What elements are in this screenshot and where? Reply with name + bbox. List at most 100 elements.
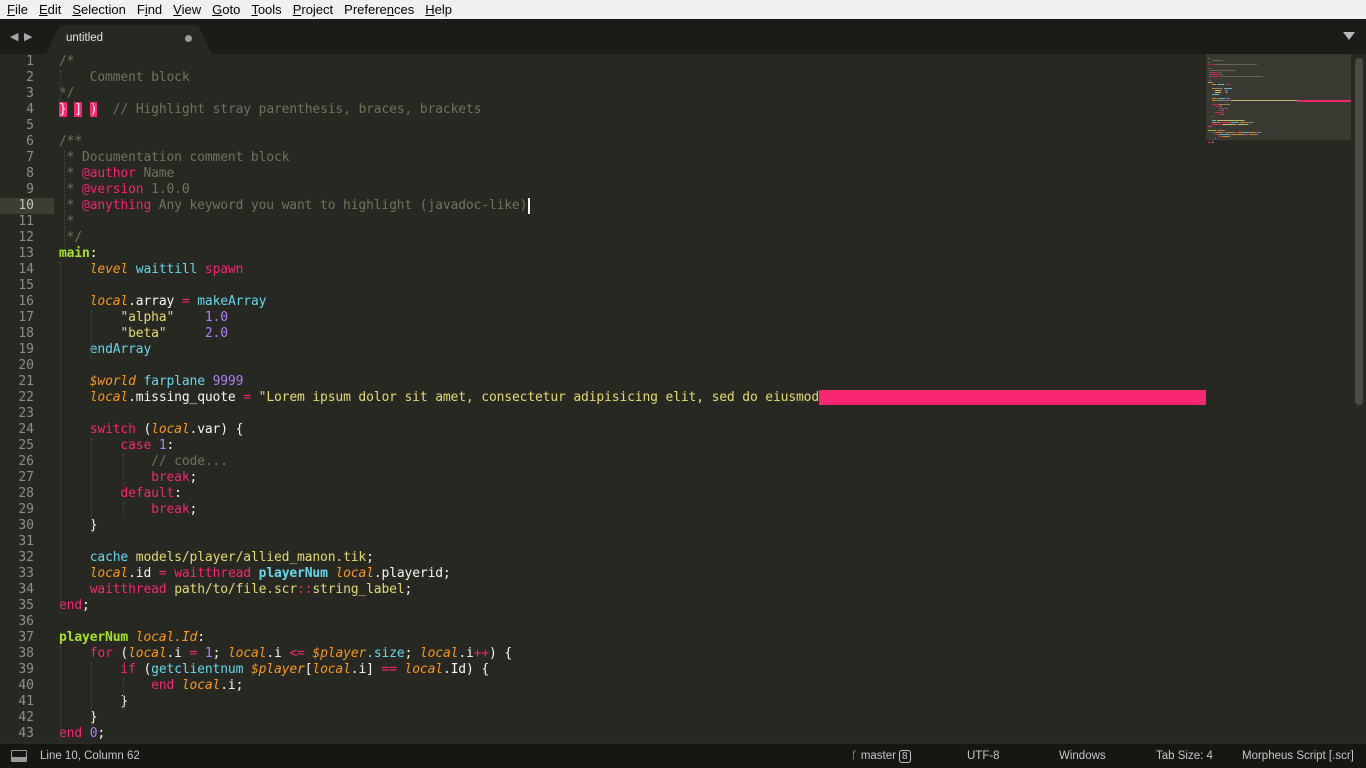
minimap-line [1237,124,1249,125]
code-line[interactable]: endArray [59,342,152,358]
menu-preferences[interactable]: Preferences [340,0,418,19]
line-number: 23 [18,406,34,421]
syntax-mode[interactable]: Morpheus Script [.scr] [1242,750,1354,762]
minimap-line [1211,140,1213,141]
code-line[interactable]: switch (local.var) { [59,422,244,438]
code-line[interactable]: default: [59,486,182,502]
editor[interactable]: 1 2 3 4 5 6 7 8 9 10 11 12 13 14 15 16 17 18 19 20 21 22 23 24 2… [0,54,1366,742]
minimap-line [1211,60,1224,61]
vertical-scrollbar[interactable] [1355,58,1363,405]
code-line[interactable]: local.missing_quote = "Lorem ipsum dolor… [59,390,819,406]
minimap-line [1219,122,1221,123]
code-line[interactable]: end local.i; [59,678,243,694]
menu-view[interactable]: View [169,0,205,19]
minimap-line [1231,122,1240,123]
cursor-position[interactable]: Line 10, Column 62 [40,750,140,762]
code-line[interactable]: /** [59,134,82,150]
minimap-line [1235,132,1237,133]
code-line[interactable]: $world farplane 9999 [59,374,244,390]
menu-find[interactable]: Find [133,0,166,19]
code-line[interactable]: case 1: [59,438,174,454]
menu-file[interactable]: File [3,0,32,19]
tab-list-dropdown-icon[interactable] [1343,32,1355,40]
code-line[interactable]: cache models/player/allied_manon.tik; [59,550,374,566]
menu-project[interactable]: Project [289,0,337,19]
minimap-line [1215,90,1222,91]
code-line[interactable]: */ [59,230,83,246]
code-line[interactable]: main: [59,246,98,262]
code-token: "beta" [120,326,167,341]
minimap-line [1210,126,1212,127]
code-token: spawn [204,262,244,277]
line-number: 43 [18,726,34,741]
line-endings[interactable]: Windows [1059,750,1106,762]
tab-size[interactable]: Tab Size: 4 [1156,750,1213,762]
code-line[interactable]: local.array = makeArray [59,294,267,310]
line-number: 1 [26,54,34,69]
code-token: // Highlight stray parenthesis, braces, … [112,102,482,117]
line-number: 18 [18,326,34,341]
code-token: ; [212,646,228,661]
minimap-line [1221,112,1223,113]
code-line[interactable]: } ] ) // Highlight stray parenthesis, br… [59,102,481,118]
menu-help[interactable]: Help [421,0,456,19]
code-line[interactable]: } [59,694,128,710]
nav-back-icon[interactable]: ◀ [10,30,18,43]
code-line[interactable]: * Documentation comment block [59,150,290,166]
panel-toggle-icon[interactable] [11,750,27,762]
minimap-line [1208,78,1210,79]
code-line[interactable]: /* [59,54,75,70]
minimap-line [1215,92,1221,93]
code-line[interactable]: * [59,214,75,230]
code-token: /* [59,54,75,69]
minimap-line [1217,120,1244,121]
code-line[interactable]: * @anything Any keyword you want to high… [59,198,528,214]
code-token: .missing_quote [128,390,244,405]
minimap-invalid [1297,100,1351,102]
minimap-line [1217,130,1225,131]
code-line[interactable]: local.id = waitthread playerNum local.pl… [59,566,451,582]
code-token: :: [297,582,313,597]
git-branch[interactable]: ᚴ master 8 [851,750,911,763]
code-line[interactable]: for (local.i = 1; local.i <= $player.siz… [59,646,512,662]
code-token: main [59,246,90,261]
code-token: 1.0 [204,310,228,325]
minimap[interactable] [1206,54,1351,143]
menu-goto[interactable]: Goto [208,0,244,19]
menu-selection[interactable]: Selection [68,0,129,19]
code-token: ; [82,598,90,613]
code-line[interactable]: level waittill spawn [59,262,244,278]
code-line[interactable]: */ [59,86,75,102]
code-line[interactable]: * @author Name [59,166,175,182]
code-token: .array [128,294,182,309]
line-number: 20 [18,358,34,373]
unsaved-dot-icon[interactable] [185,35,192,42]
code-area[interactable]: /* Comment block */} ] ) // Highlight str… [59,54,1206,742]
code-line[interactable]: * @version 1.0.0 [59,182,190,198]
menu-edit[interactable]: Edit [35,0,65,19]
code-line[interactable]: waitthread path/to/file.scr::string_labe… [59,582,413,598]
code-line[interactable]: // code... [59,454,228,470]
nav-forward-icon[interactable]: ▶ [24,30,32,43]
code-line[interactable]: if (getclientnum $player[local.i] == loc… [59,662,489,678]
code-token: "Lorem ipsum dolor sit amet, consectetur… [258,390,820,405]
code-line[interactable]: end; [59,598,90,614]
code-line[interactable]: end 0; [59,726,105,742]
encoding[interactable]: UTF-8 [967,750,1000,762]
code-token: Comment block [59,70,190,85]
code-line[interactable]: "alpha" 1.0 [59,310,228,326]
code-token: .i [266,646,290,661]
code-token: = [243,390,251,405]
code-line[interactable]: break; [59,502,197,518]
tab-untitled[interactable]: untitled [46,25,214,54]
code-line[interactable]: break; [59,470,197,486]
code-line[interactable]: Comment block [59,70,190,86]
code-line[interactable]: "beta" 2.0 [59,326,228,342]
code-line[interactable]: playerNum local.Id: [59,630,205,646]
menu-tools[interactable]: Tools [247,0,285,19]
minimap-line [1215,134,1217,135]
